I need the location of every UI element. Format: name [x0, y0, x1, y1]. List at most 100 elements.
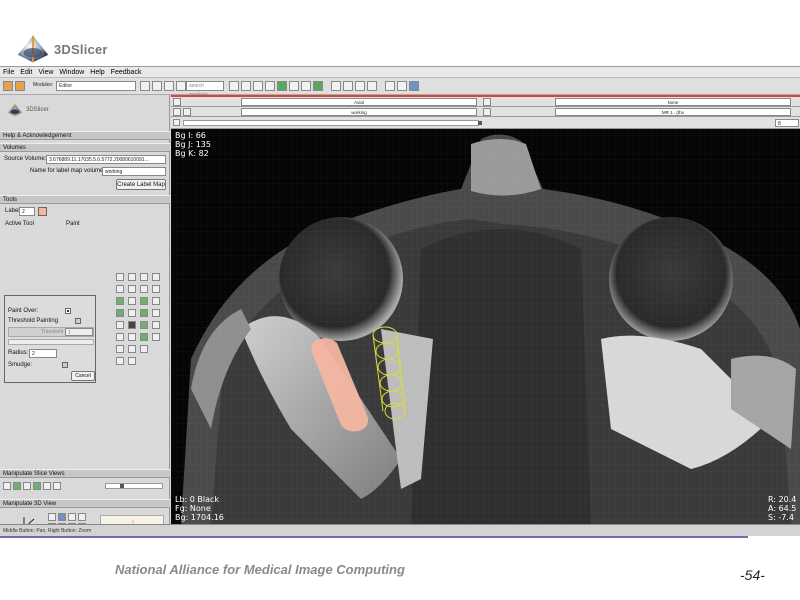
annotation-toggle-icon[interactable] — [23, 482, 31, 490]
slice-offset-left-icon[interactable] — [173, 119, 180, 126]
layer-visibility-icon[interactable] — [173, 108, 181, 116]
slice-spacing-slider[interactable] — [105, 483, 163, 489]
background-select[interactable]: MR 1.. (tho — [555, 108, 791, 116]
place-tool-icon[interactable] — [397, 81, 407, 91]
threshold-painting-checkbox[interactable] — [75, 318, 81, 324]
fiducial-tool-icon[interactable] — [140, 321, 148, 329]
editor-module-icon[interactable] — [277, 81, 287, 91]
orientation-select[interactable]: Axial — [241, 98, 477, 106]
label-value-field[interactable]: 2 — [19, 207, 35, 216]
data-module-icon[interactable] — [229, 81, 239, 91]
layer-link-icon[interactable] — [183, 108, 191, 116]
threshold-value-field[interactable]: 1 — [65, 328, 93, 336]
load-scene-icon[interactable] — [3, 81, 13, 91]
measure-module-icon[interactable] — [289, 81, 299, 91]
threshold-range[interactable]: Threshold 1 — [8, 327, 94, 337]
layout-3d-icon[interactable] — [355, 81, 365, 91]
save-island-icon[interactable] — [140, 285, 148, 293]
search-input[interactable]: search modules — [186, 81, 224, 98]
wand-tool-icon[interactable] — [152, 321, 160, 329]
layout-fourup-icon[interactable] — [343, 81, 353, 91]
menu-view[interactable]: View — [38, 69, 53, 76]
rotate-left-icon[interactable] — [48, 513, 56, 521]
crosshair-icon[interactable] — [33, 482, 41, 490]
menu-window[interactable]: Window — [59, 69, 84, 76]
layout-slice-icon[interactable] — [367, 81, 377, 91]
section-manipulate-3d-view[interactable]: Manipulate 3D View — [0, 499, 170, 508]
view-left-icon[interactable] — [78, 513, 86, 521]
change-island-icon[interactable] — [116, 285, 124, 293]
label-map-name-field[interactable]: working — [102, 167, 166, 176]
grow-cut-icon[interactable] — [152, 309, 160, 317]
menu-file[interactable]: File — [3, 69, 14, 76]
section-tools[interactable]: Tools — [0, 195, 170, 204]
section-manipulate-slice-views[interactable]: Manipulate Slice Views — [0, 469, 170, 478]
save-scene-icon[interactable] — [15, 81, 25, 91]
identify-islands-icon[interactable] — [152, 285, 160, 293]
view-anterior-icon[interactable] — [58, 513, 66, 521]
view-posterior-icon[interactable] — [68, 513, 76, 521]
draw-tool-icon[interactable] — [128, 297, 136, 305]
threshold-tool-icon[interactable] — [116, 309, 124, 317]
section-help[interactable]: Help & Acknowledgement — [0, 131, 170, 140]
transforms-module-icon[interactable] — [301, 81, 311, 91]
plus-tool-icon[interactable] — [152, 333, 160, 341]
undo-icon[interactable] — [409, 81, 419, 91]
undo-tool-icon[interactable] — [116, 357, 124, 365]
remove-island-icon[interactable] — [128, 285, 136, 293]
menu-edit[interactable]: Edit — [20, 69, 32, 76]
label-color-swatch[interactable] — [38, 207, 47, 216]
fiducials-module-icon[interactable] — [265, 81, 275, 91]
move-tool-icon[interactable] — [128, 333, 136, 341]
bg-toggle-icon[interactable] — [483, 108, 491, 116]
volumes-module-icon[interactable] — [241, 81, 251, 91]
color-module-icon[interactable] — [313, 81, 323, 91]
default-tool-icon[interactable] — [116, 273, 124, 281]
source-volume-select[interactable]: 3.676889.11.17035.5.0.5772.20080610091..… — [46, 155, 166, 164]
image-erode-icon[interactable] — [152, 297, 160, 305]
radius-field[interactable]: 2 — [29, 349, 57, 358]
foreground-select[interactable]: None — [555, 98, 791, 106]
snap-tool-icon[interactable] — [128, 273, 136, 281]
label-layer-select[interactable]: working — [241, 108, 477, 116]
smudge-checkbox[interactable] — [62, 362, 68, 368]
dilate-icon[interactable] — [116, 321, 124, 329]
level-tracing-icon[interactable] — [140, 297, 148, 305]
slice-offset-knob[interactable] — [478, 121, 482, 125]
threshold-slider[interactable] — [8, 339, 94, 345]
grid-icon[interactable] — [53, 482, 61, 490]
menu-feedback[interactable]: Feedback — [111, 69, 142, 76]
module-select[interactable]: Editor — [56, 81, 136, 91]
change-label-icon[interactable] — [128, 309, 136, 317]
erode-icon[interactable] — [128, 321, 136, 329]
slice-offset-slider[interactable] — [183, 120, 482, 126]
merge-tool-icon[interactable] — [128, 345, 136, 353]
select-tool-icon[interactable] — [140, 273, 148, 281]
slider-knob[interactable] — [120, 484, 124, 488]
scissors-tool-icon[interactable] — [152, 273, 160, 281]
paint-tool-icon[interactable] — [116, 297, 124, 305]
pin-icon[interactable] — [173, 98, 181, 106]
spacing-icon[interactable] — [43, 482, 51, 490]
section-volumes[interactable]: Volumes — [0, 143, 170, 152]
layout-conventional-icon[interactable] — [331, 81, 341, 91]
modules-menu-icon[interactable] — [164, 81, 174, 91]
make-model-icon[interactable] — [140, 309, 148, 317]
menu-help[interactable]: Help — [90, 69, 104, 76]
pick-tool-icon[interactable] — [385, 81, 395, 91]
search-icon[interactable] — [176, 81, 186, 91]
cancel-button[interactable]: Cancel — [71, 371, 95, 381]
layer-toggle-icon[interactable] — [13, 482, 21, 490]
tube-tool-icon[interactable] — [116, 345, 124, 353]
grid-tool-icon[interactable] — [140, 345, 148, 353]
slice-offset-value[interactable]: 8 — [775, 119, 799, 127]
goto-tool-icon[interactable] — [116, 333, 124, 341]
forward-icon[interactable] — [152, 81, 162, 91]
fit-to-window-icon[interactable] — [3, 482, 11, 490]
paint-over-checkbox[interactable] — [65, 308, 71, 314]
models-module-icon[interactable] — [253, 81, 263, 91]
back-icon[interactable] — [140, 81, 150, 91]
redo-tool-icon[interactable] — [128, 357, 136, 365]
fg-toggle-icon[interactable] — [483, 98, 491, 106]
mask-tool-icon[interactable] — [140, 333, 148, 341]
